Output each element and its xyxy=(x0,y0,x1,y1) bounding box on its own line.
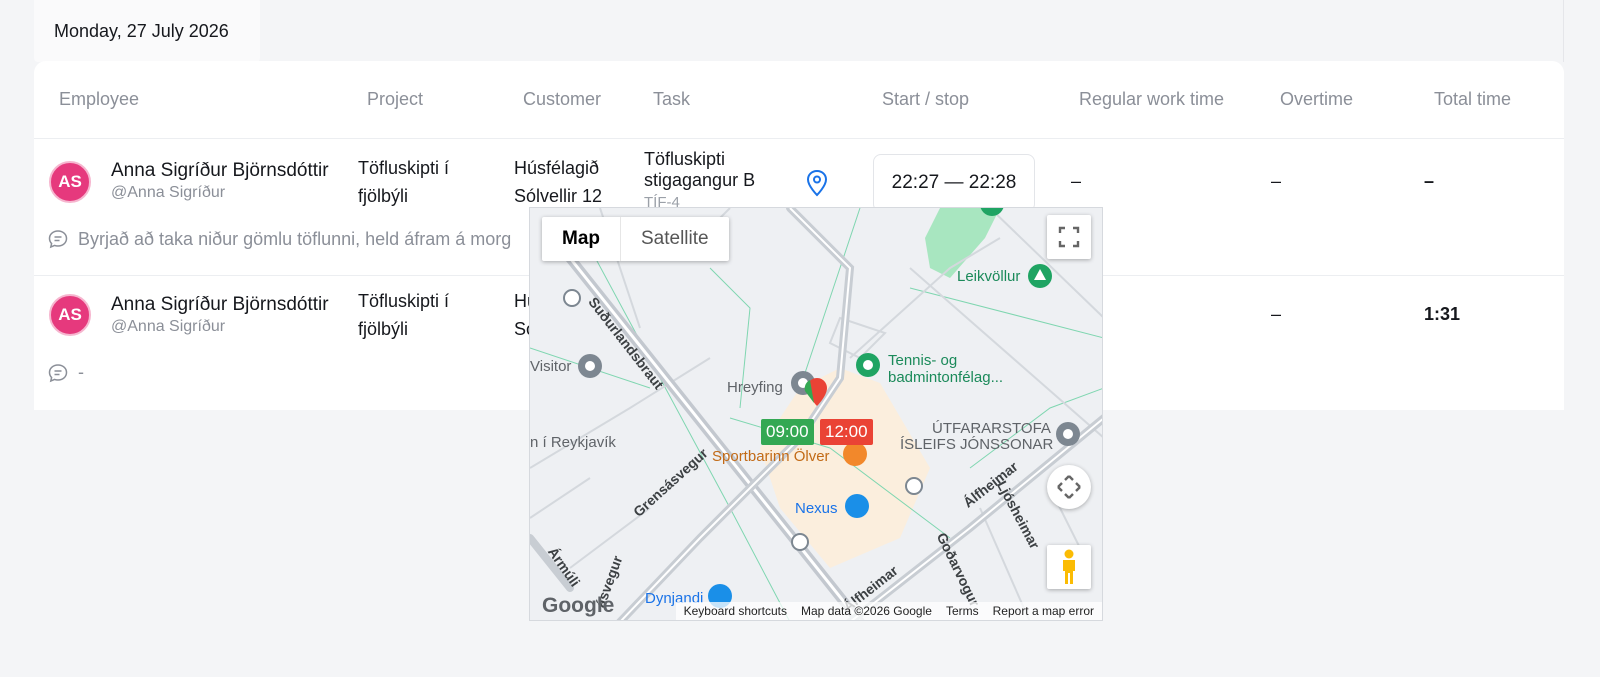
map-type-control: Map Satellite xyxy=(542,217,729,261)
terms-link[interactable]: Terms xyxy=(946,604,979,618)
comment-icon xyxy=(48,364,68,383)
date-tab[interactable]: Monday, 27 July 2026 xyxy=(34,0,260,62)
poi-label-tennis-2[interactable]: badmintonfélag... xyxy=(888,369,1003,386)
customer-cell: Húsfélagið Sólvellir 12 xyxy=(514,154,602,210)
employee-handle: @Anna Sigríður xyxy=(111,318,226,335)
overtime: – xyxy=(1271,304,1282,324)
project-cell: Töfluskipti í fjölbýli xyxy=(358,287,449,343)
project-line: Töfluskipti í xyxy=(358,158,450,178)
poi-label-utfararstofa-2[interactable]: ÍSLEIFS JÓNSSONAR xyxy=(900,436,1053,453)
location-map[interactable]: Map Satellite Leikvöllur Tennis- og badm… xyxy=(529,207,1103,621)
map-data-text: Map data ©2026 Google xyxy=(801,604,932,618)
avatar: AS xyxy=(49,161,91,203)
map-attribution: Keyboard shortcuts Map data ©2026 Google… xyxy=(675,602,1102,620)
pan-control-button[interactable] xyxy=(1047,465,1091,509)
map-type-satellite[interactable]: Satellite xyxy=(621,217,729,261)
project-cell: Töfluskipti í fjölbýli xyxy=(358,154,449,210)
poi-label-sportbarinn[interactable]: Sportbarinn Ölver xyxy=(712,448,830,465)
table-header: Employee Project Customer Task Start / s… xyxy=(34,61,1564,139)
fullscreen-icon xyxy=(1058,226,1080,248)
employee-name: Anna Sigríður Björnsdóttir xyxy=(111,160,329,181)
pan-arrows-icon xyxy=(1057,475,1081,499)
poi-label-leikvollur[interactable]: Leikvöllur xyxy=(957,268,1020,285)
report-error-link[interactable]: Report a map error xyxy=(993,604,1094,618)
task-line: Töfluskipti xyxy=(644,149,726,169)
col-overtime[interactable]: Overtime xyxy=(1280,89,1353,110)
comment-icon xyxy=(48,230,68,249)
poi-label-hreyfing[interactable]: Hreyfing xyxy=(727,379,783,396)
fullscreen-button[interactable] xyxy=(1047,215,1091,259)
total-time: 1:31 xyxy=(1424,304,1461,324)
street-view-button[interactable] xyxy=(1047,545,1091,589)
avatar: AS xyxy=(49,294,91,336)
start-stop-box[interactable]: 22:27 — 22:28 xyxy=(873,154,1035,212)
customer-line: Sólvellir 12 xyxy=(514,186,603,206)
overtime: – xyxy=(1271,171,1282,191)
col-total[interactable]: Total time xyxy=(1434,89,1511,110)
comment-text: - xyxy=(78,362,84,382)
employee-handle: @Anna Sigríður xyxy=(111,184,226,201)
end-time-tag: 12:00 xyxy=(820,419,873,445)
project-line: fjölbýli xyxy=(358,186,409,206)
col-employee[interactable]: Employee xyxy=(59,89,139,110)
map-type-map[interactable]: Map xyxy=(542,217,621,261)
comment-text: Byrjað að taka niður gömlu töflunni, hel… xyxy=(78,229,512,249)
col-customer[interactable]: Customer xyxy=(523,89,601,110)
poi-label-visitor[interactable]: Visitor xyxy=(530,358,571,375)
col-project[interactable]: Project xyxy=(367,89,423,110)
divider xyxy=(1563,0,1564,62)
col-start-stop[interactable]: Start / stop xyxy=(882,89,969,110)
google-logo: Google xyxy=(542,594,615,617)
start-time-tag: 09:00 xyxy=(761,419,814,445)
customer-line: Húsfélagið xyxy=(514,158,600,178)
poi-label-tennis[interactable]: Tennis- og xyxy=(888,352,957,369)
pegman-icon xyxy=(1063,549,1075,584)
col-regular[interactable]: Regular work time xyxy=(1079,89,1224,110)
location-pin-icon[interactable] xyxy=(805,169,829,197)
regular-time: – xyxy=(1071,171,1082,191)
total-time: – xyxy=(1424,171,1435,191)
keyboard-shortcuts-link[interactable]: Keyboard shortcuts xyxy=(684,604,787,618)
col-task[interactable]: Task xyxy=(653,89,690,110)
task-cell: Töfluskipti stigagangur B xyxy=(644,149,755,191)
poi-label-utfararstofa[interactable]: ÚTFARARSTOFA xyxy=(932,420,1051,437)
project-line: fjölbýli xyxy=(358,319,409,339)
poi-label-reykjavik[interactable]: n í Reykjavík xyxy=(530,434,616,451)
poi-label-nexus[interactable]: Nexus xyxy=(795,500,838,517)
task-line: stigagangur B xyxy=(644,170,756,190)
project-line: Töfluskipti í xyxy=(358,291,450,311)
employee-name: Anna Sigríður Björnsdóttir xyxy=(111,294,329,315)
